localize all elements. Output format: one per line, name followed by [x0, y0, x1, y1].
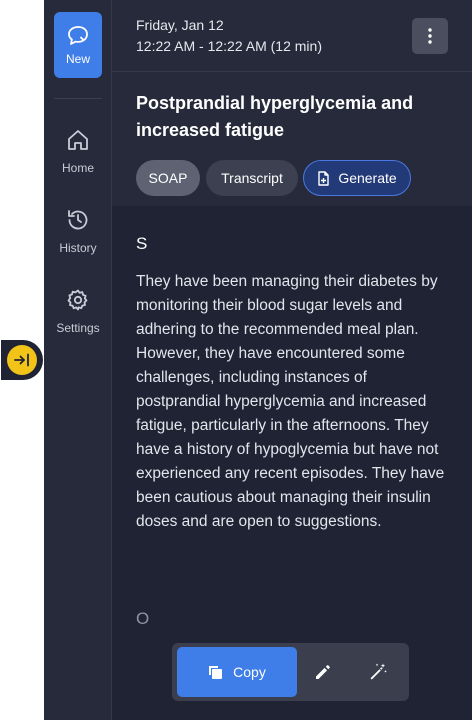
magic-edit-button[interactable] — [362, 656, 394, 688]
document-generate-icon — [318, 170, 330, 186]
subjective-text: They have been managing their diabetes b… — [136, 273, 445, 530]
more-options-button[interactable] — [412, 18, 448, 54]
pencil-icon — [316, 665, 330, 679]
sidebar-item-label: Home — [61, 161, 94, 175]
edit-button[interactable] — [307, 656, 339, 688]
section-heading-o: O — [136, 609, 150, 628]
vertical-dots-icon — [428, 28, 432, 44]
tab-label: SOAP — [148, 170, 188, 186]
main-panel: Friday, Jan 12 12:22 AM - 12:22 AM (12 m… — [112, 0, 472, 720]
section-heading-s: S — [136, 234, 148, 253]
home-icon — [68, 130, 88, 150]
note-title-area: Postprandial hyperglycemia and increased… — [112, 72, 472, 206]
history-icon — [68, 210, 88, 230]
new-button[interactable]: New — [54, 12, 102, 78]
gear-icon — [67, 289, 88, 311]
sidebar-divider — [54, 98, 102, 99]
tab-label: Transcript — [221, 170, 283, 186]
sidebar-item-home[interactable]: Home — [44, 128, 112, 175]
session-date: Friday, Jan 12 — [136, 17, 224, 33]
sidebar-item-history[interactable]: History — [44, 208, 112, 255]
action-toolbar: Copy — [172, 643, 409, 701]
tab-transcript[interactable]: Transcript — [206, 160, 298, 196]
note-content: S They have been managing their diabetes… — [112, 206, 472, 720]
session-time: 12:22 AM - 12:22 AM (12 min) — [136, 38, 322, 54]
copy-button-label: Copy — [233, 664, 266, 680]
note-title: Postprandial hyperglycemia and increased… — [136, 93, 414, 140]
sidebar-item-label: History — [59, 241, 97, 255]
sidebar-item-settings[interactable]: Settings — [44, 288, 112, 335]
app-window: New Home History Settings Friday, Jan 12… — [44, 0, 472, 720]
session-header: Friday, Jan 12 12:22 AM - 12:22 AM (12 m… — [112, 0, 472, 72]
tab-generate[interactable]: Generate — [303, 160, 411, 196]
tab-soap[interactable]: SOAP — [136, 160, 200, 196]
magic-wand-icon — [370, 663, 387, 680]
sidebar: New Home History Settings — [44, 0, 112, 720]
expand-sidebar-toggle[interactable] — [1, 340, 43, 380]
tab-label: Generate — [338, 170, 397, 186]
new-button-label: New — [65, 51, 90, 66]
sidebar-item-label: Settings — [56, 321, 100, 335]
copy-icon — [209, 665, 223, 679]
expand-arrow-icon — [14, 353, 29, 367]
new-chat-icon — [68, 25, 88, 45]
toggle-circle — [7, 345, 37, 375]
copy-button[interactable]: Copy — [177, 647, 297, 697]
